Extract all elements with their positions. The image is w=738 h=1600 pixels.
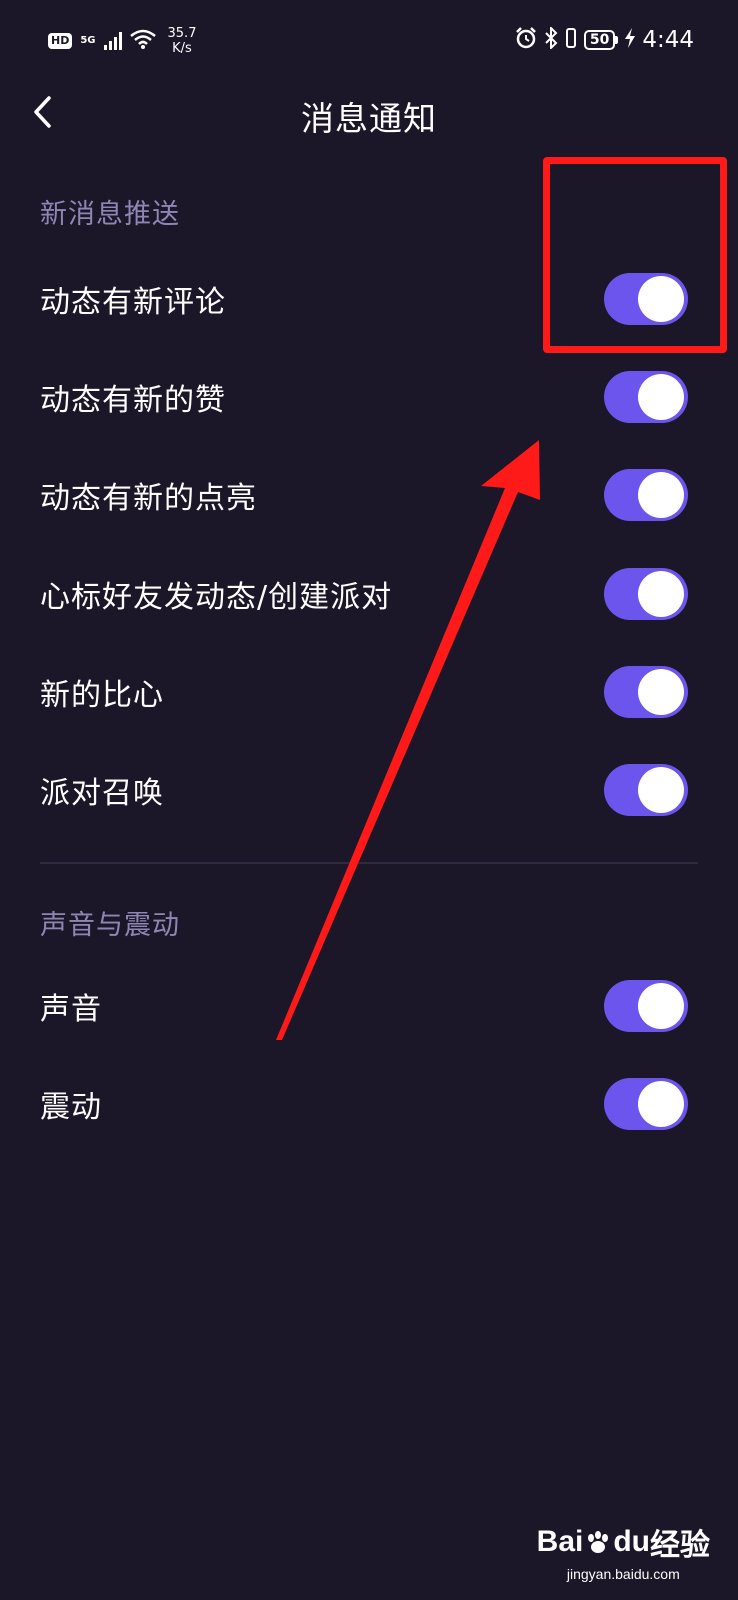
paw-logo-icon — [588, 1531, 609, 1553]
watermark-brand: Bai du 经验 — [537, 1520, 710, 1564]
baidu-watermark: Bai du 经验 jingyan.baidu.com — [537, 1520, 710, 1582]
screen: HD 5G 35.7 K/s 50 4:44 消息通知 新消息推送 动态有新评论… — [0, 0, 738, 1600]
watermark-brand-jingyan: 经验 — [650, 1529, 710, 1562]
annotation-arrow — [276, 440, 540, 1040]
watermark-brand-bai: Bai — [536, 1525, 584, 1558]
watermark-brand-du: du — [613, 1525, 650, 1558]
watermark-site: jingyan.baidu.com — [566, 1566, 680, 1582]
